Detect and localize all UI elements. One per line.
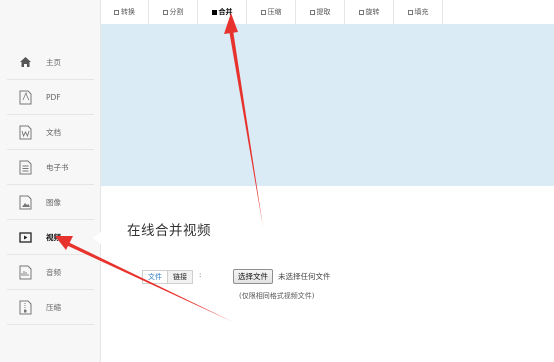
sidebar-item-home[interactable]: 主页: [7, 45, 94, 80]
checkbox-icon: [358, 9, 364, 15]
ebook-icon: [17, 159, 34, 176]
sidebar: 主页 PDF 文档 电子书 图像 视频 音频 压缩: [0, 0, 101, 362]
sidebar-item-ebook[interactable]: 电子书: [7, 150, 94, 185]
checkbox-checked-icon: [211, 9, 217, 15]
checkbox-icon: [309, 9, 315, 15]
tab-split[interactable]: 分割: [149, 0, 198, 24]
mode-colon: :: [199, 271, 202, 279]
operation-tabs: 转换 分割 合并 压缩 提取 旋转 填充: [101, 0, 443, 24]
sidebar-item-archive[interactable]: 压缩: [7, 290, 94, 325]
word-document-icon: [17, 124, 34, 141]
sidebar-item-document[interactable]: 文档: [7, 115, 94, 150]
tab-label: 转换: [121, 8, 135, 16]
sidebar-item-label: 音频: [46, 267, 61, 277]
sidebar-item-label: 压缩: [46, 302, 61, 312]
sidebar-item-label: 电子书: [46, 162, 69, 172]
sidebar-item-image[interactable]: 图像: [7, 185, 94, 220]
tab-label: 分割: [169, 8, 184, 16]
tab-convert[interactable]: 转换: [101, 0, 149, 24]
audio-icon: [17, 264, 34, 281]
tab-label: 旋转: [365, 8, 380, 16]
mode-link-button[interactable]: 链接: [168, 270, 193, 284]
image-icon: [17, 194, 34, 211]
tab-merge[interactable]: 合并: [198, 0, 247, 24]
archive-icon: [17, 299, 34, 316]
input-mode-switch: 文件 链接: [142, 270, 193, 284]
tab-label: 填充: [414, 8, 429, 16]
tab-label: 压缩: [267, 8, 282, 16]
tab-extract[interactable]: 提取: [296, 0, 345, 24]
active-indicator: [93, 232, 101, 244]
checkbox-icon: [114, 9, 119, 15]
sidebar-item-pdf[interactable]: PDF: [7, 80, 94, 115]
video-icon: [17, 229, 34, 246]
checkbox-icon: [162, 9, 168, 15]
pdf-file-icon: [17, 89, 34, 106]
tab-label: 合并: [218, 8, 233, 16]
banner: [101, 24, 554, 186]
page-title: 在线合并视频: [127, 223, 211, 239]
choose-file-button[interactable]: 选择文件: [233, 269, 273, 284]
sidebar-item-video[interactable]: 视频: [7, 220, 94, 255]
sidebar-item-label: 视频: [46, 232, 61, 242]
file-status: 未选择任何文件: [278, 272, 331, 281]
sidebar-item-label: PDF: [46, 92, 61, 102]
tab-rotate[interactable]: 旋转: [345, 0, 394, 24]
mode-file-button[interactable]: 文件: [142, 270, 168, 284]
tab-label: 提取: [316, 8, 331, 16]
sidebar-item-label: 主页: [46, 57, 61, 67]
tab-compress[interactable]: 压缩: [247, 0, 296, 24]
format-hint: (仅限相同格式视频文件): [239, 292, 315, 300]
checkbox-icon: [260, 9, 266, 15]
page: 主页 PDF 文档 电子书 图像 视频 音频 压缩 转换 分割 合并 压缩 提取…: [0, 0, 554, 362]
sidebar-item-label: 文档: [46, 127, 61, 137]
sidebar-item-audio[interactable]: 音频: [7, 255, 94, 290]
home-icon: [17, 54, 34, 71]
checkbox-icon: [407, 9, 413, 15]
tab-fill[interactable]: 填充: [394, 0, 443, 24]
sidebar-item-label: 图像: [46, 197, 61, 207]
